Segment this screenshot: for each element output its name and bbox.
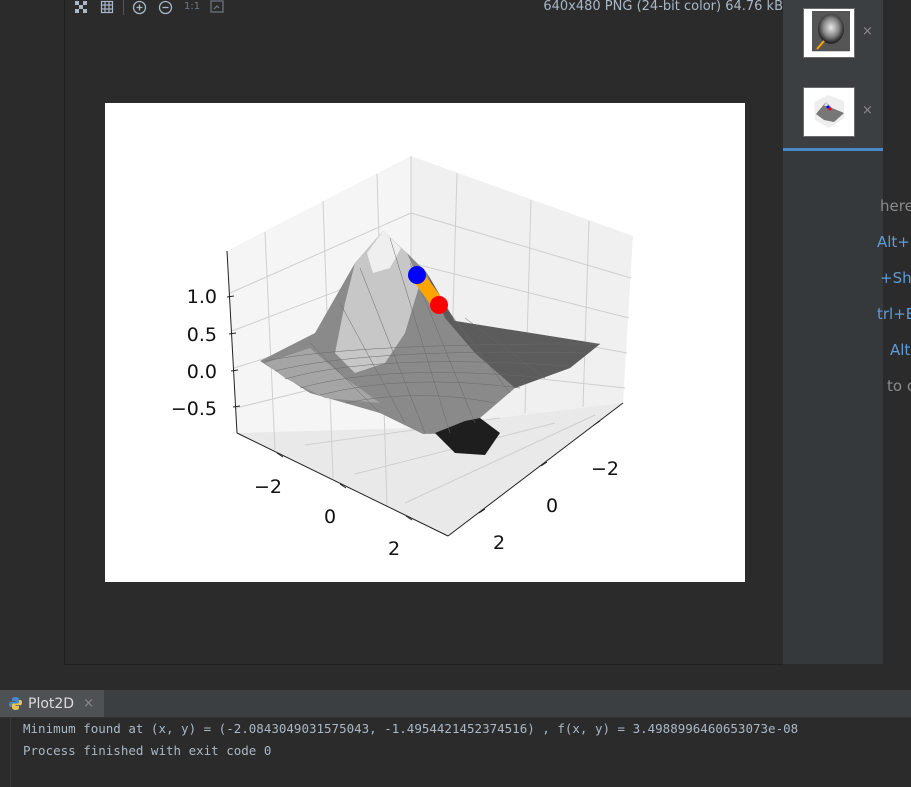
chessboard-icon[interactable] (74, 0, 88, 14)
x-tick-label: 2 (388, 538, 400, 560)
console-line: Minimum found at (x, y) = (-2.0843049031… (23, 721, 799, 736)
zoom-out-icon[interactable] (158, 0, 173, 15)
surface-plot-svg: −0.5 0.0 0.5 1.0 −2 0 2 −2 0 2 (171, 156, 633, 560)
thumbnail-surface-plot[interactable] (803, 87, 855, 137)
hint-shortcut: Alt+1 (877, 233, 911, 251)
console-line: Process finished with exit code 0 (23, 743, 272, 758)
image-info-label: 640x480 PNG (24-bit color) 64.76 kB (543, 0, 783, 14)
y-tick-label: 2 (493, 532, 505, 554)
actual-size-button[interactable]: 1:1 (184, 0, 200, 14)
run-tab-plot2d[interactable]: Plot2D × (0, 690, 104, 717)
plot-image: −0.5 0.0 0.5 1.0 −2 0 2 −2 0 2 (105, 103, 745, 582)
run-panel-header: Plot2D × (0, 690, 911, 718)
run-console: Minimum found at (x, y) = (-2.0843049031… (0, 718, 911, 787)
thumbnail-panel: × × (783, 0, 883, 664)
run-tab-label: Plot2D (28, 695, 75, 712)
hint-text: here (880, 197, 911, 215)
start-point-marker (408, 266, 426, 284)
run-tab-close-button[interactable]: × (83, 696, 94, 711)
x-tick-label: 0 (324, 506, 336, 528)
viewer-toolbar: 1:1 640x480 PNG (24-bit color) 64.76 kB (65, 0, 783, 16)
console-output: Minimum found at (x, y) = (-2.0843049031… (23, 718, 798, 762)
fit-zoom-icon[interactable] (210, 0, 224, 14)
zoom-in-icon[interactable] (132, 0, 147, 15)
console-gutter (0, 718, 11, 787)
grid-icon[interactable] (100, 0, 114, 14)
end-point-marker (430, 296, 448, 314)
thumbnail-panel-empty (783, 151, 883, 664)
x-tick-label: −2 (254, 476, 282, 498)
hint-shortcut: Alt (890, 341, 911, 359)
thumbnail-close-button[interactable]: × (862, 103, 873, 118)
hint-text: to c (887, 377, 911, 395)
python-icon (9, 697, 22, 710)
z-tick-label: 0.5 (187, 324, 217, 346)
hint-shortcut: trl+E (877, 305, 911, 323)
ide-left-strip (0, 0, 64, 690)
z-tick-label: 0.0 (187, 361, 217, 383)
z-tick-label: 1.0 (187, 286, 217, 308)
thumbnail-close-button[interactable]: × (862, 24, 873, 39)
z-tick-label: −0.5 (171, 398, 217, 420)
y-tick-label: 0 (546, 495, 558, 517)
thumbnail-density-heatmap[interactable] (803, 8, 855, 58)
hint-shortcut: +Shi (880, 269, 911, 287)
toolbar-separator (123, 0, 124, 15)
y-tick-label: −2 (591, 458, 619, 480)
image-viewer: 1:1 640x480 PNG (24-bit color) 64.76 kB (64, 0, 783, 665)
